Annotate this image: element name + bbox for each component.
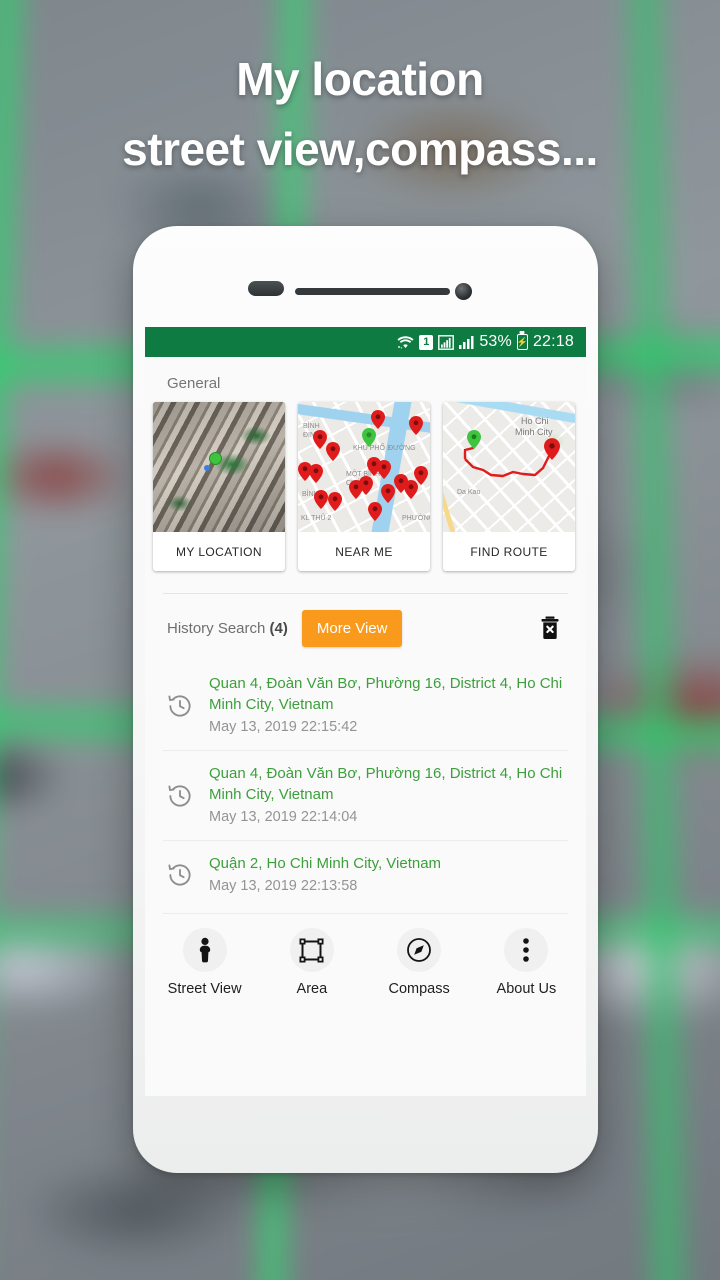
- promo-headline: My location street view,compass...: [0, 44, 720, 184]
- nav-item-compass[interactable]: Compass: [373, 928, 465, 997]
- card-find-route[interactable]: Ho Chi Minh City Da Kao FIND ROUTE: [443, 402, 575, 571]
- card-near-me[interactable]: BÌNHĐỊNH KHU PHỐ 1 MỘT BÌNHCHÁNH BÌNH KL…: [298, 402, 430, 571]
- green-pin-marker: [362, 428, 376, 447]
- clear-history-button[interactable]: [536, 614, 564, 644]
- bottom-navigation: Street View Area Compass About Us: [145, 914, 586, 1007]
- sim-badge-icon: 1: [419, 334, 434, 350]
- list-item[interactable]: Quận 2, Ho Chi Minh City, Vietnam May 13…: [163, 841, 568, 909]
- history-item-address: Quan 4, Đoàn Văn Bơ, Phường 16, District…: [209, 765, 563, 803]
- red-pin-marker: [409, 416, 423, 435]
- history-clock-icon: [167, 693, 193, 719]
- red-pin-marker: [359, 476, 373, 495]
- red-pin-marker: [381, 484, 395, 503]
- street-map-thumbnail: BÌNHĐỊNH KHU PHỐ 1 MỘT BÌNHCHÁNH BÌNH KL…: [298, 402, 430, 532]
- status-bar: 1 53% ⚡ 22:18: [145, 327, 586, 357]
- card-label-my-location: MY LOCATION: [176, 544, 262, 559]
- trash-delete-icon: [540, 616, 560, 642]
- nav-label-about-us: About Us: [496, 981, 557, 997]
- headline-line-1: My location: [236, 53, 484, 105]
- card-my-location[interactable]: MY LOCATION: [153, 402, 285, 571]
- history-header: History Search (4) More View: [145, 594, 586, 661]
- signal-bars-boxed-icon: [438, 334, 455, 350]
- phone-screen: 1 53% ⚡ 22:18 General MY LOCATION BÌNH Đ…: [145, 327, 586, 1096]
- history-title: History Search (4): [167, 620, 288, 637]
- red-pin-marker: [326, 442, 340, 461]
- nav-label-area: Area: [296, 981, 328, 997]
- signal-bars-icon: [459, 335, 474, 349]
- nav-label-street-view: Street View: [167, 981, 242, 997]
- red-pin-marker: [414, 466, 428, 485]
- route-polyline: [463, 439, 553, 478]
- pegman-icon: [182, 928, 227, 972]
- card-label-find-route: FIND ROUTE: [470, 544, 548, 559]
- screenshot-root: My location street view,compass... 1 53%…: [0, 0, 720, 1280]
- history-title-label: History Search: [167, 620, 266, 637]
- general-cards-row: MY LOCATION BÌNHĐỊNH KHU PHỐ 1 MỘT BÌNHC…: [145, 402, 586, 571]
- nav-item-area[interactable]: Area: [266, 928, 358, 997]
- history-item-texts: Quan 4, Đoàn Văn Bơ, Phường 16, District…: [209, 673, 568, 738]
- history-item-texts: Quan 4, Đoàn Văn Bơ, Phường 16, District…: [209, 763, 568, 828]
- proximity-sensor-icon: [248, 281, 284, 296]
- phone-top-bezel: [133, 226, 598, 333]
- route-end-pin: [544, 438, 560, 460]
- history-item-time: May 13, 2019 22:13:58: [209, 878, 358, 894]
- red-pin-marker: [368, 502, 382, 521]
- red-pin-marker: [313, 430, 327, 449]
- history-item-address: Quận 2, Ho Chi Minh City, Vietnam: [209, 855, 442, 872]
- history-item-texts: Quận 2, Ho Chi Minh City, Vietnam May 13…: [209, 853, 568, 897]
- earpiece-speaker: [295, 288, 450, 295]
- card-label-near-me: NEAR ME: [335, 544, 393, 559]
- history-item-time: May 13, 2019 22:14:04: [209, 809, 358, 825]
- route-map-thumbnail: Ho Chi Minh City Da Kao: [443, 402, 575, 532]
- three-dots-vertical-icon: [504, 928, 549, 972]
- red-pin-marker: [371, 410, 385, 429]
- route-start-pin: [467, 430, 481, 449]
- history-count: (4): [269, 620, 288, 637]
- more-view-button[interactable]: More View: [301, 610, 403, 647]
- red-pin-marker: [309, 464, 323, 483]
- nav-item-street-view[interactable]: Street View: [159, 928, 251, 997]
- history-item-time: May 13, 2019 22:15:42: [209, 719, 358, 735]
- satellite-map-thumbnail: [153, 402, 285, 532]
- compass-icon: [397, 928, 442, 972]
- history-clock-icon: [167, 862, 193, 888]
- list-item[interactable]: Quan 4, Đoàn Văn Bơ, Phường 16, District…: [163, 751, 568, 841]
- bounding-box-icon: [289, 928, 334, 972]
- red-pin-marker: [377, 460, 391, 479]
- blue-dot-marker: [204, 465, 210, 471]
- nav-item-about-us[interactable]: About Us: [480, 928, 572, 997]
- history-clock-icon: [167, 783, 193, 809]
- phone-mockup: 1 53% ⚡ 22:18 General MY LOCATION BÌNH Đ…: [133, 226, 598, 1173]
- wifi-icon: [397, 335, 414, 349]
- nav-label-compass: Compass: [388, 981, 450, 997]
- battery-percent-label: 53%: [479, 333, 512, 350]
- red-pin-marker: [314, 490, 328, 509]
- history-list: Quan 4, Đoàn Văn Bơ, Phường 16, District…: [145, 661, 586, 909]
- green-dot-marker: [209, 452, 222, 465]
- front-camera-icon: [455, 283, 472, 300]
- list-item[interactable]: Quan 4, Đoàn Văn Bơ, Phường 16, District…: [163, 661, 568, 751]
- battery-charging-icon: ⚡: [517, 334, 528, 350]
- history-item-address: Quan 4, Đoàn Văn Bơ, Phường 16, District…: [209, 675, 563, 713]
- section-label-general: General: [167, 375, 221, 392]
- status-clock: 22:18: [532, 333, 574, 350]
- headline-line-2: street view,compass...: [122, 123, 598, 175]
- red-pin-marker: [328, 492, 342, 511]
